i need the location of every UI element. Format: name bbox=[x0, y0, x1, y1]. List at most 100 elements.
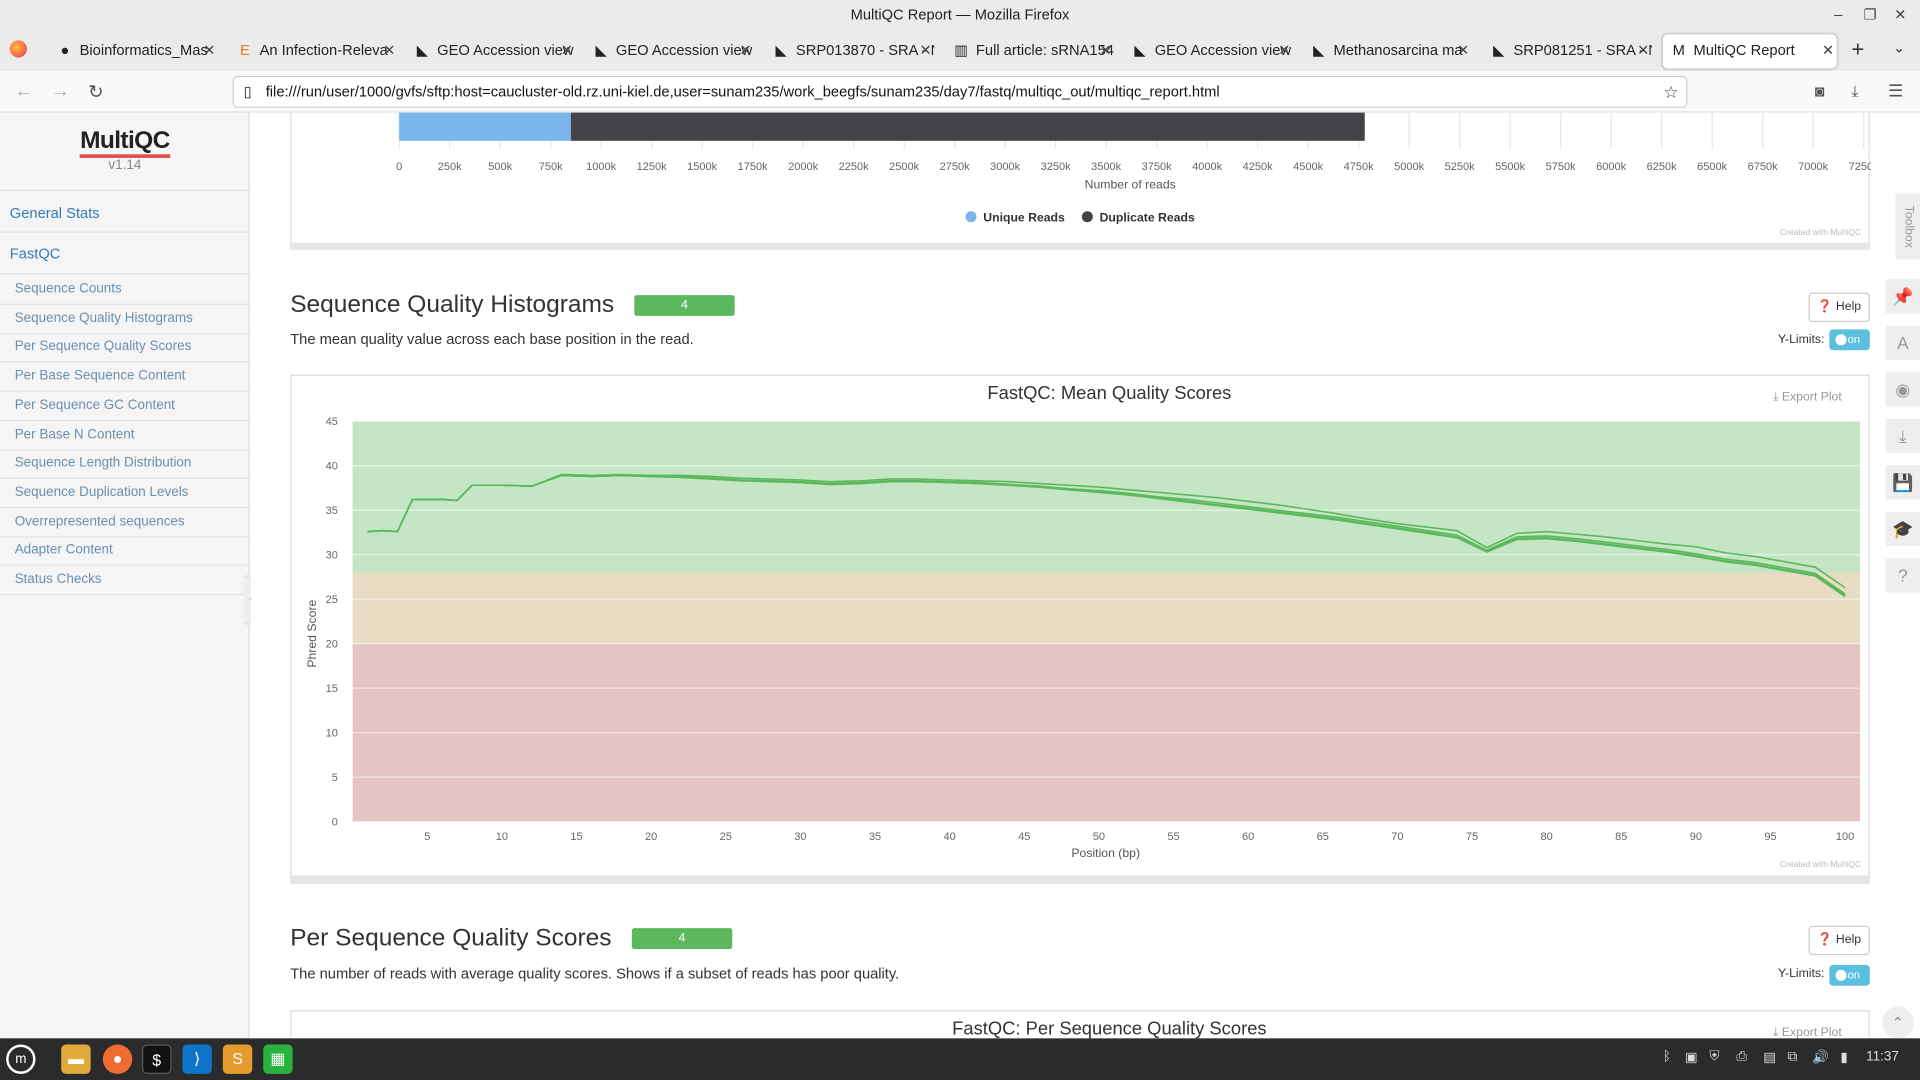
list-tabs-icon[interactable]: ⌄ bbox=[1893, 39, 1905, 56]
network-icon[interactable]: ⧉ bbox=[1788, 1049, 1798, 1065]
ylimits-label: Y-Limits: bbox=[1777, 967, 1825, 981]
sidebar-item-general-stats[interactable]: General Stats bbox=[10, 204, 100, 221]
toolbox: Toolbox 📌 A ◉ ⤓ 💾 🎓 ? ⌃ bbox=[1882, 112, 1920, 1039]
sidebar-subitem[interactable]: Overrepresented sequences bbox=[15, 514, 185, 529]
help-icon[interactable]: ? bbox=[1885, 558, 1920, 593]
x-tick-label: 3750k bbox=[1142, 161, 1173, 173]
scroll-top-icon[interactable]: ⌃ bbox=[1882, 1006, 1914, 1039]
minimize-icon[interactable]: – bbox=[1834, 0, 1842, 29]
x-tick-label: 100 bbox=[1836, 831, 1854, 843]
status-badge[interactable]: 4 bbox=[631, 928, 733, 949]
multiqc-logo[interactable]: MultiQC v1.14 bbox=[0, 127, 250, 173]
toolbox-tab[interactable]: Toolbox bbox=[1895, 193, 1920, 260]
printer-icon[interactable]: ⎙ bbox=[1736, 1049, 1747, 1065]
tab-2[interactable]: E An Infection-Releva ✕ bbox=[229, 34, 398, 68]
x-tick-label: 500k bbox=[488, 161, 512, 173]
pin-icon[interactable]: 📌 bbox=[1885, 279, 1920, 314]
sidebar-item-fastqc[interactable]: FastQC bbox=[10, 245, 61, 262]
close-window-icon[interactable]: ✕ bbox=[1894, 0, 1906, 29]
close-tab-icon[interactable]: ✕ bbox=[1822, 34, 1834, 66]
tab-10[interactable]: M MultiQC Report ✕ bbox=[1662, 34, 1837, 69]
x-tick-label: 90 bbox=[1690, 831, 1702, 843]
bluetooth-icon[interactable]: ᛒ bbox=[1663, 1049, 1671, 1064]
sidebar-subitem[interactable]: Per Base N Content bbox=[15, 427, 135, 442]
ylimits-toggle[interactable]: on bbox=[1829, 964, 1870, 986]
pocket-icon[interactable]: ◙ bbox=[1815, 82, 1825, 100]
close-tab-icon[interactable]: ✕ bbox=[1100, 34, 1112, 66]
battery-icon[interactable]: ▮ bbox=[1840, 1049, 1847, 1066]
updates-icon[interactable]: ▤ bbox=[1763, 1049, 1776, 1066]
tour-icon[interactable]: 🎓 bbox=[1885, 511, 1920, 547]
sublime-icon[interactable]: S bbox=[222, 1044, 253, 1074]
terminal-icon[interactable]: $ bbox=[142, 1044, 172, 1074]
tab-4[interactable]: ◣ GEO Accession view ✕ bbox=[585, 34, 754, 68]
sidebar-subitem[interactable]: Per Sequence GC Content bbox=[15, 398, 175, 413]
close-tab-icon[interactable]: ✕ bbox=[920, 34, 932, 66]
help-button[interactable]: ❓ Help bbox=[1808, 925, 1870, 956]
help-button[interactable]: ❓ Help bbox=[1808, 292, 1870, 323]
menu-icon[interactable]: ☰ bbox=[1888, 81, 1903, 102]
sidebar-subitem[interactable]: Sequence Quality Histograms bbox=[15, 311, 193, 326]
hide-icon[interactable]: ◉ bbox=[1885, 372, 1920, 407]
close-tab-icon[interactable]: ✕ bbox=[383, 34, 395, 66]
status-badge[interactable]: 4 bbox=[634, 295, 735, 316]
tab-5[interactable]: ◣ SRP013870 - SRA - N ✕ bbox=[765, 34, 935, 68]
downloads-icon[interactable]: ⤓ bbox=[1851, 82, 1858, 102]
x-tick-label: 1000k bbox=[586, 161, 617, 173]
clipboard-icon[interactable]: ▣ bbox=[1685, 1049, 1698, 1066]
tab-3[interactable]: ◣ GEO Accession view ✕ bbox=[407, 34, 576, 68]
close-tab-icon[interactable]: ✕ bbox=[561, 34, 573, 66]
back-icon[interactable]: ← bbox=[15, 81, 33, 102]
url-bar[interactable]: ▯ file:///run/user/1000/gvfs/sftp:host=c… bbox=[232, 75, 1688, 108]
tab-9[interactable]: ◣ SRP081251 - SRA - N ✕ bbox=[1483, 34, 1652, 68]
sidebar-subitem[interactable]: Sequence Duplication Levels bbox=[15, 485, 189, 500]
volume-icon[interactable]: 🔊 bbox=[1812, 1049, 1829, 1066]
x-tick-label: 40 bbox=[943, 831, 955, 843]
firefox-icon[interactable] bbox=[9, 40, 27, 58]
clock[interactable]: 11:37 bbox=[1866, 1049, 1899, 1064]
section-description: The number of reads with average quality… bbox=[290, 964, 900, 983]
reload-icon[interactable]: ↻ bbox=[88, 81, 103, 103]
new-tab-icon[interactable]: + bbox=[1851, 37, 1864, 63]
sidebar-subitem[interactable]: Per Base Sequence Content bbox=[15, 369, 186, 384]
maximize-icon[interactable]: ❐ bbox=[1864, 0, 1877, 29]
ylimits-toggle[interactable]: on bbox=[1829, 329, 1870, 351]
y-tick-label: 30 bbox=[326, 549, 338, 561]
close-tab-icon[interactable]: ✕ bbox=[1637, 34, 1649, 66]
close-tab-icon[interactable]: ✕ bbox=[1457, 34, 1469, 66]
export-plot-button[interactable]: ⤓ Export Plot bbox=[1773, 1026, 1842, 1038]
report-main: 0 250k 500k 750k 1000k 1250k 1500k 1750k 2000k 22… bbox=[251, 112, 1883, 1039]
logo-text: MultiQC bbox=[80, 127, 170, 158]
mint-menu-icon[interactable]: m bbox=[6, 1044, 36, 1074]
tab-7[interactable]: ◣ GEO Accession view ✕ bbox=[1124, 34, 1293, 68]
close-tab-icon[interactable]: ✕ bbox=[203, 34, 215, 66]
save-icon[interactable]: 💾 bbox=[1885, 465, 1920, 500]
export-icon[interactable]: ⤓ bbox=[1885, 418, 1920, 454]
spreadsheet-icon[interactable]: ▦ bbox=[263, 1044, 293, 1074]
forward-icon[interactable]: → bbox=[51, 81, 69, 102]
sidebar-subitem[interactable]: Per Sequence Quality Scores bbox=[15, 340, 192, 355]
close-tab-icon[interactable]: ✕ bbox=[1278, 34, 1290, 66]
legend-marker bbox=[1081, 211, 1093, 223]
files-icon[interactable]: ▬ bbox=[61, 1044, 91, 1074]
x-tick-label: 5500k bbox=[1495, 161, 1526, 173]
rename-icon[interactable]: A bbox=[1885, 325, 1920, 361]
x-tick-label: 65 bbox=[1317, 831, 1329, 843]
tab-8[interactable]: ◣ Methanosarcina ma ✕ bbox=[1303, 34, 1472, 68]
sidebar-subitem[interactable]: Sequence Length Distribution bbox=[15, 456, 192, 471]
resize-handle[interactable] bbox=[290, 876, 1870, 885]
firefox-icon[interactable]: ● bbox=[102, 1044, 133, 1074]
bookmark-star-icon[interactable]: ☆ bbox=[1663, 77, 1678, 106]
sidebar-subitem[interactable]: Status Checks bbox=[15, 572, 102, 587]
tab-6[interactable]: ▥ Full article: sRNA154 ✕ bbox=[945, 34, 1114, 68]
divider bbox=[0, 361, 250, 363]
divider bbox=[0, 448, 250, 451]
sidebar-subitem[interactable]: Adapter Content bbox=[15, 543, 113, 558]
resize-handle[interactable] bbox=[290, 242, 1870, 250]
shield-icon[interactable]: ⛨ bbox=[1709, 1049, 1719, 1065]
x-tick-label: 45 bbox=[1018, 831, 1030, 843]
sidebar-subitem[interactable]: Sequence Counts bbox=[15, 282, 122, 297]
close-tab-icon[interactable]: ✕ bbox=[740, 34, 752, 66]
tab-1[interactable]: ● Bioinformatics_Mas ✕ bbox=[49, 34, 218, 68]
vscode-icon[interactable]: ⟩ bbox=[182, 1044, 212, 1074]
